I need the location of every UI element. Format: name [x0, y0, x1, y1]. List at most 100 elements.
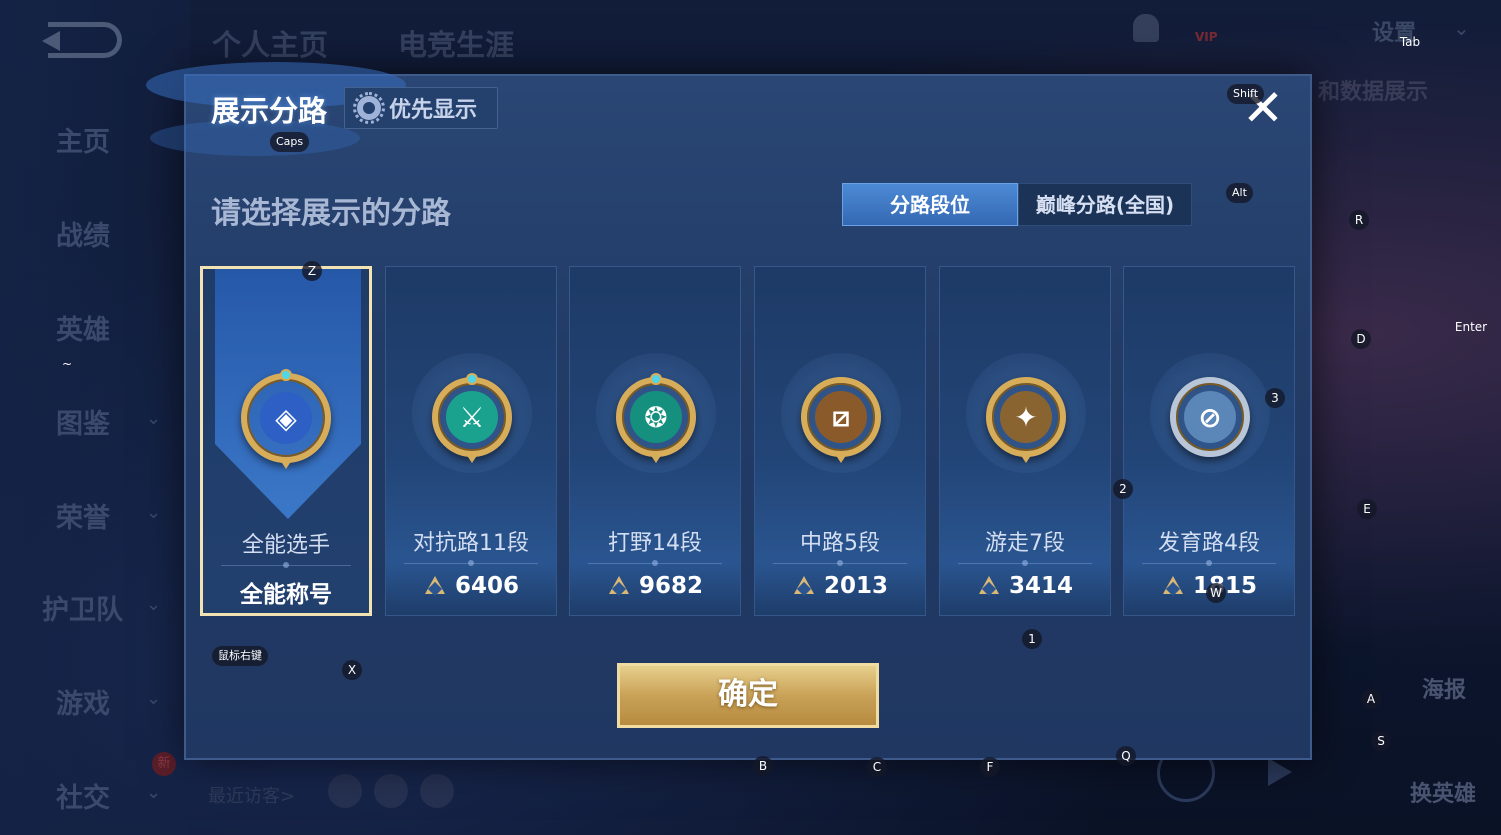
chevron-down-icon: ⌄ [146, 688, 162, 709]
tab-peak-lane-national[interactable]: 巅峰分路(全国) [1018, 183, 1192, 226]
key-hint-shift: Shift [1227, 84, 1265, 104]
lane-card-score: 6406 [386, 573, 556, 599]
vip-badge[interactable]: VIP [1195, 30, 1218, 44]
emblem-tip [648, 451, 664, 463]
sidebar-item-honor[interactable]: 荣誉 [56, 496, 110, 535]
lane-card-score: 3414 [940, 573, 1110, 599]
key-hint-q: Q [1116, 746, 1136, 766]
gear-icon [353, 92, 385, 124]
gem-icon [466, 373, 478, 385]
sidebar-item-guard-team[interactable]: 护卫队 [42, 588, 123, 627]
key-hint-x: X [342, 660, 362, 680]
emblem-core: ⚔ [446, 391, 498, 443]
lane-card-value: 全能称号 [240, 582, 332, 608]
lane-card-value: 3414 [1008, 573, 1073, 599]
key-hint-enter: Enter [1454, 320, 1488, 334]
tab-lane-rank[interactable]: 分路段位 [842, 183, 1018, 226]
emblem-core: ⧄ [815, 391, 867, 443]
lane-card-clash[interactable]: ⚔ 对抗路11段 6406 [385, 266, 557, 616]
emblem-tip [1018, 451, 1034, 463]
lane-card-score: 9682 [570, 573, 740, 599]
gem-icon [280, 369, 292, 381]
peak-score-icon [1161, 576, 1185, 596]
clash-lane-emblem-icon: ⚔ [432, 373, 512, 463]
mid-lane-emblem-icon: ⧄ [801, 377, 881, 463]
key-hint-e: E [1357, 499, 1377, 519]
sidebar-item-record[interactable]: 战绩 [56, 214, 110, 253]
key-hint-z: Z [302, 261, 322, 281]
key-hint-r: R [1349, 210, 1369, 230]
emblem-core: ⊘ [1184, 391, 1236, 443]
key-hint-3: 3 [1265, 388, 1285, 408]
divider [221, 562, 351, 568]
key-hint-b: B [753, 756, 773, 776]
sidebar-item-game[interactable]: 游戏 [56, 682, 110, 721]
sidebar-item-home[interactable]: 主页 [56, 120, 110, 159]
lane-card-name: 全能选手 [241, 533, 330, 558]
emblem-tip [278, 457, 294, 469]
roam-emblem-icon: ✦ [986, 377, 1066, 463]
lane-card-name: 打野14段 [608, 531, 702, 556]
divider [588, 560, 722, 566]
chevron-down-icon: ⌄ [146, 782, 162, 803]
tab-esports-career[interactable]: 电竞生涯 [398, 22, 514, 64]
swap-hero-button[interactable]: 换英雄 [1410, 776, 1476, 808]
lane-card-jungle[interactable]: ❂ 打野14段 9682 [569, 266, 741, 616]
lane-card-name: 对抗路11段 [413, 531, 529, 556]
avatar[interactable] [420, 774, 454, 808]
avatar[interactable] [374, 774, 408, 808]
emblem-core: ✦ [1000, 391, 1052, 443]
divider [773, 560, 907, 566]
farm-lane-emblem-icon: ⊘ [1170, 377, 1250, 457]
sidebar-item-codex[interactable]: 图鉴 [56, 402, 110, 441]
lane-card-name: 游走7段 [985, 531, 1065, 556]
recent-visitors-link[interactable]: 最近访客> [208, 782, 295, 808]
key-hint-2: 2 [1113, 479, 1133, 499]
sidebar-item-heroes[interactable]: 英雄 [56, 308, 110, 347]
lane-card-name: 中路5段 [800, 531, 880, 556]
new-badge: 新 [152, 752, 176, 776]
key-hint-tab: Tab [1399, 35, 1421, 49]
chevron-down-icon: ⌄ [146, 594, 162, 615]
dialog-title: 展示分路 [211, 94, 328, 128]
segment-control: 分路段位 巅峰分路(全国) [842, 183, 1192, 226]
divider [958, 560, 1092, 566]
priority-display-label: 优先显示 [389, 98, 478, 123]
back-button[interactable] [42, 22, 122, 58]
key-hint-tilde: ~ [61, 357, 73, 371]
lane-card-value: 6406 [454, 573, 519, 599]
peak-score-icon [977, 576, 1001, 596]
lane-card-farm[interactable]: ⊘ 发育路4段 1815 [1123, 266, 1295, 616]
emblem-core: ◈ [260, 392, 312, 444]
lane-card-roam[interactable]: ✦ 游走7段 3414 [939, 266, 1111, 616]
gem-icon [650, 373, 662, 385]
lane-card-name: 发育路4段 [1158, 531, 1260, 556]
divider [1142, 560, 1276, 566]
sidebar-item-social[interactable]: 社交 [56, 776, 110, 815]
lane-card-mid[interactable]: ⧄ 中路5段 2013 [754, 266, 926, 616]
play-icon[interactable] [1268, 758, 1292, 786]
dialog-subtitle: 请选择展示的分路 [211, 196, 451, 231]
peak-score-icon [423, 576, 447, 596]
tab-personal-home[interactable]: 个人主页 [212, 22, 328, 64]
divider [404, 560, 538, 566]
all-round-emblem-icon: ◈ [241, 369, 331, 469]
avatar[interactable] [328, 774, 362, 808]
chevron-down-icon: ⌄ [146, 408, 162, 429]
peak-score-icon [792, 576, 816, 596]
key-hint-c: C [867, 757, 887, 777]
key-hint-caps: Caps [270, 132, 310, 152]
bell-icon[interactable] [1133, 14, 1159, 42]
lane-card-all-round[interactable]: ◈ 全能选手 全能称号 [200, 266, 372, 616]
emblem-tip [833, 451, 849, 463]
key-hint-d: D [1351, 329, 1371, 349]
key-hint-right-click: 鼠标右键 [212, 646, 268, 666]
lane-card-value: 9682 [638, 573, 703, 599]
chevron-down-icon[interactable]: ⌄ [1453, 16, 1470, 40]
lane-card-value: 2013 [823, 573, 888, 599]
chevron-down-icon: ⌄ [146, 502, 162, 523]
key-hint-1: 1 [1022, 629, 1042, 649]
confirm-button[interactable]: 确定 [617, 663, 879, 728]
poster-button[interactable]: 海报 [1422, 672, 1466, 704]
priority-display-button[interactable]: 优先显示 [344, 87, 498, 129]
